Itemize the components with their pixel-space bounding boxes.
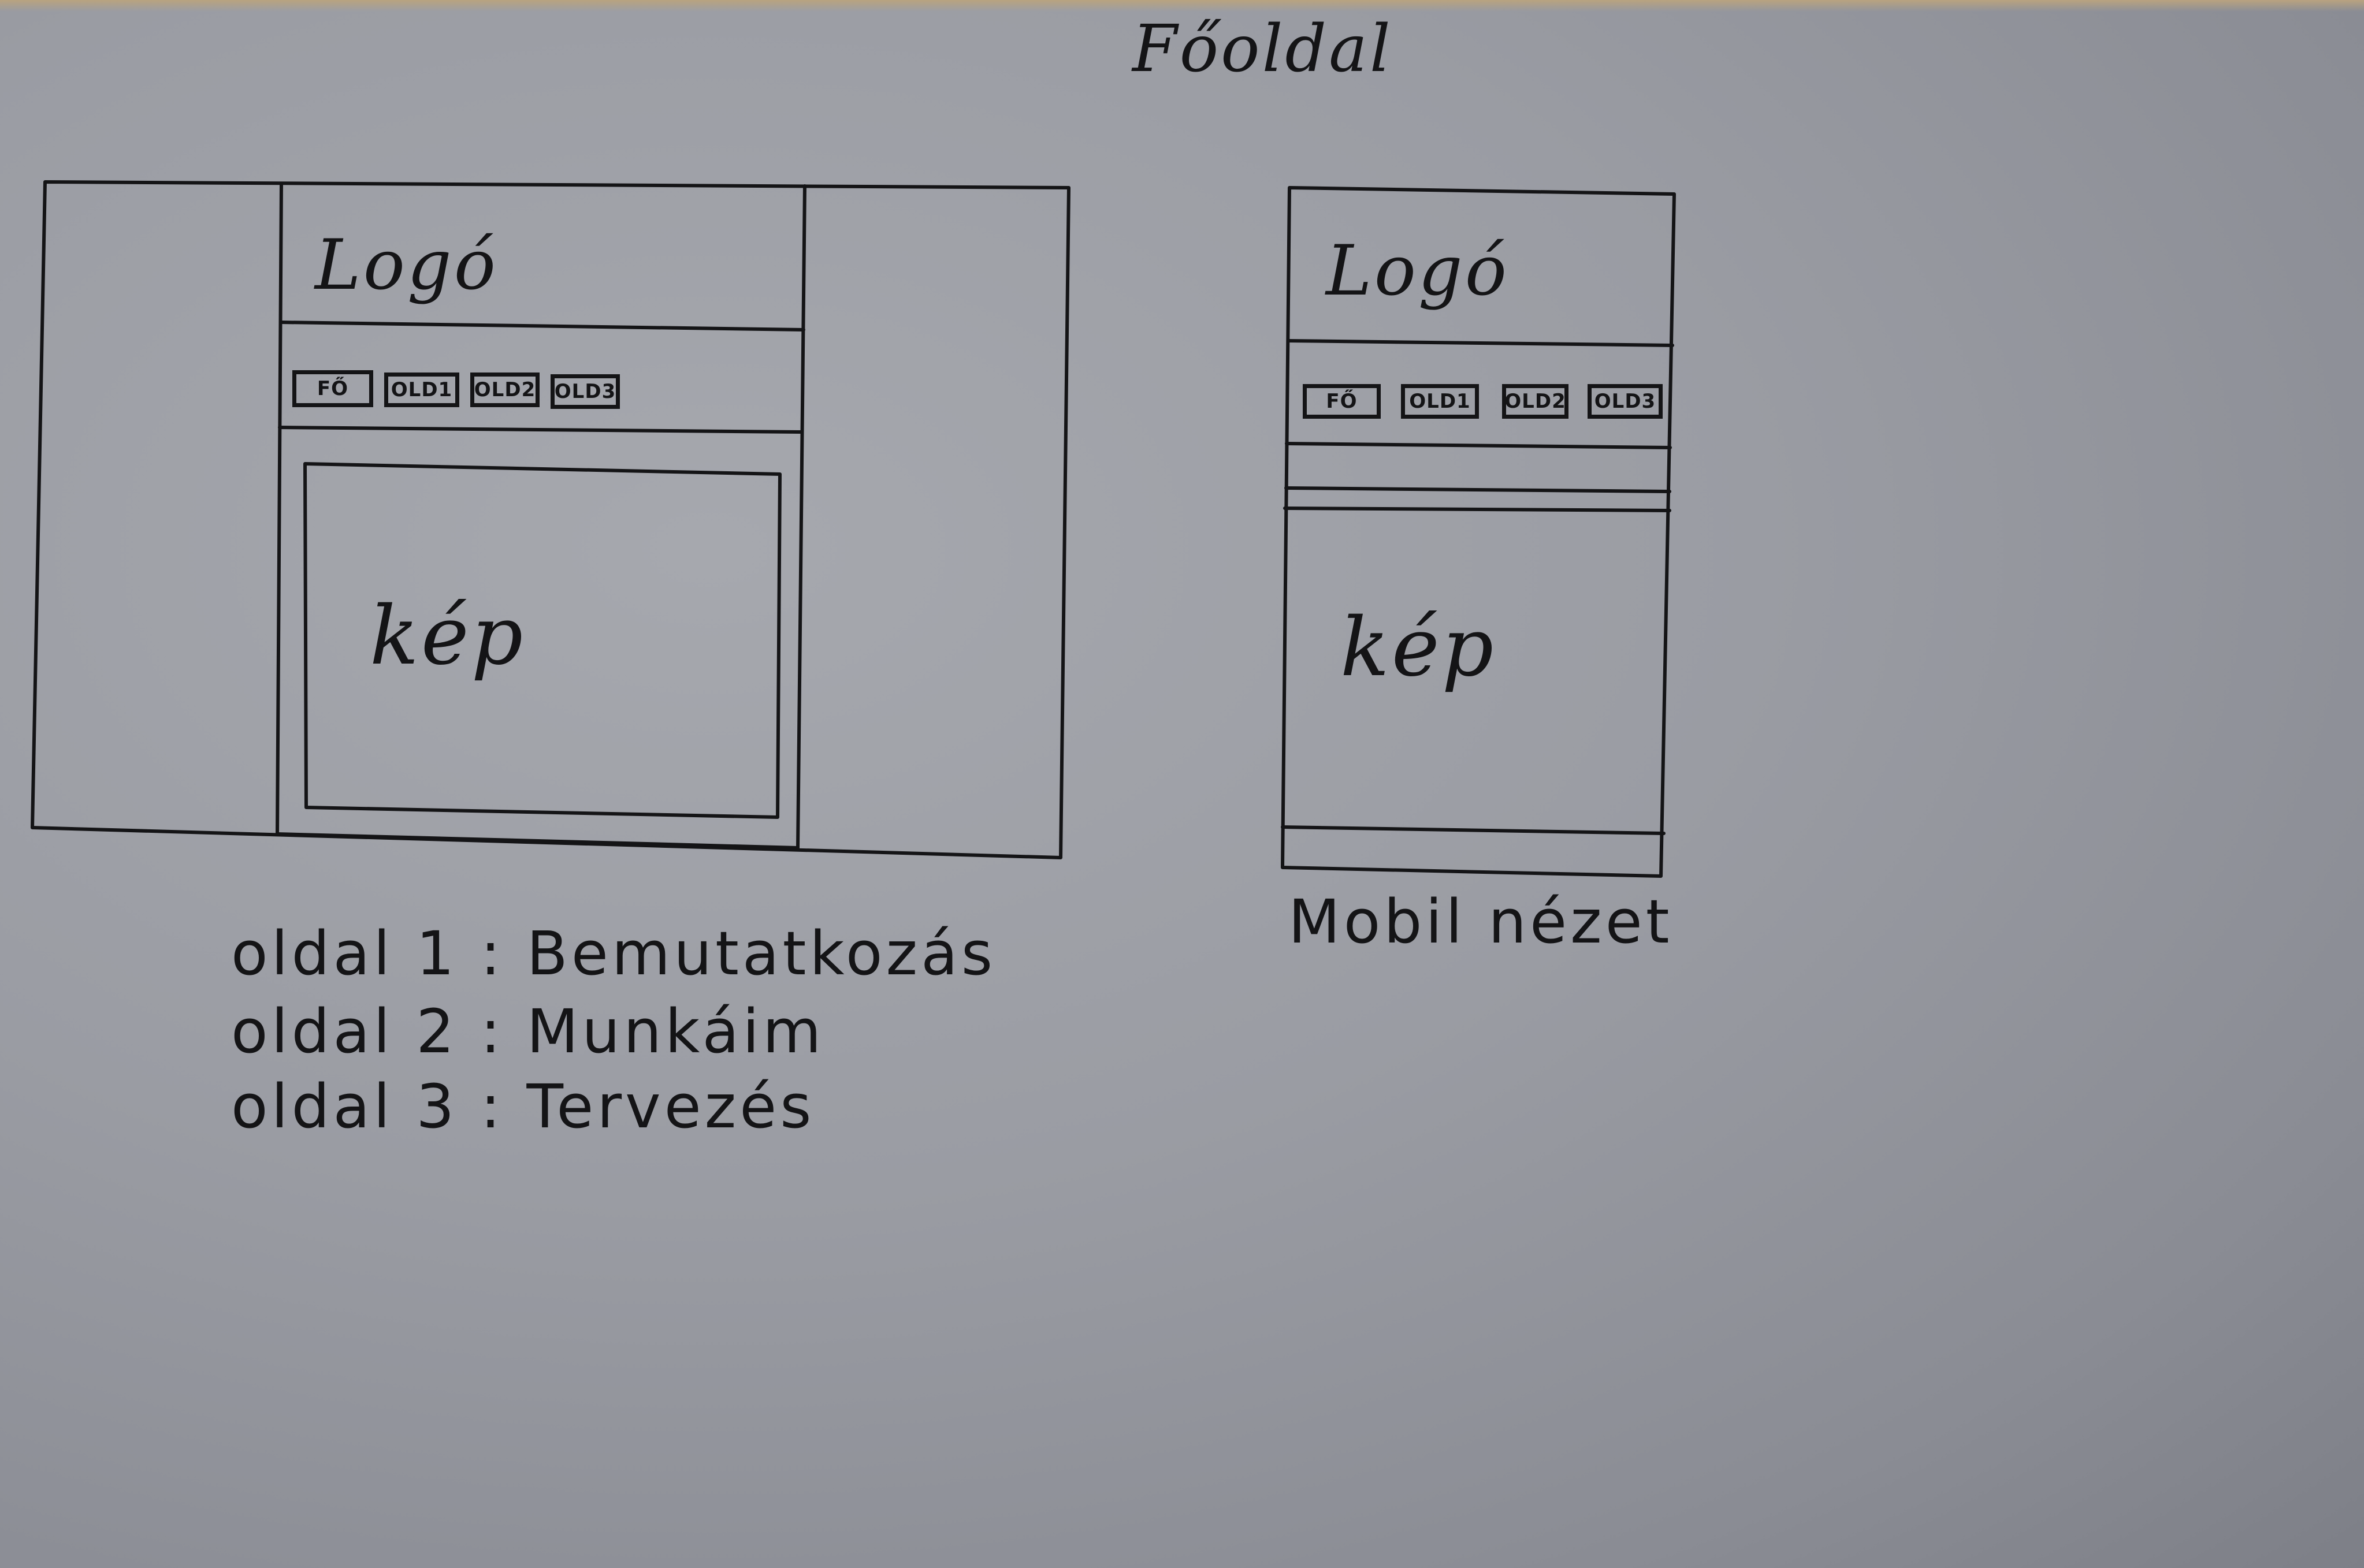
desktop-nav-divider [278,426,802,434]
legend-line-1: oldal 1 : Bemutatkozás [231,918,997,989]
desktop-content-bottom-line [276,832,800,850]
mobile-nav-divider [1285,442,1672,449]
desktop-nav-old3[interactable]: OLD3 [551,374,620,409]
mobile-footer-divider [1281,825,1666,835]
page-title: Főoldal [1132,12,1393,87]
desktop-nav-old2[interactable]: OLD2 [470,373,540,407]
legend-line-3: oldal 3 : Tervezés [231,1071,815,1142]
mobile-nav-old1[interactable]: OLD1 [1401,384,1479,419]
mobile-logo: Logó [1326,231,1509,311]
desktop-left-column-line [276,182,283,836]
mobile-strip-line-1 [1284,486,1671,493]
desktop-image-label: kép [370,589,526,683]
desktop-nav-old1[interactable]: OLD1 [384,373,459,407]
mobile-caption: Mobil nézet [1288,887,1673,957]
mobile-header-divider [1287,339,1674,347]
mobile-nav-old3[interactable]: OLD3 [1588,384,1663,419]
desktop-header-divider [280,321,805,332]
mobile-image-label: kép [1340,601,1496,695]
mobile-nav-old2[interactable]: OLD2 [1502,384,1568,419]
desktop-nav-fo[interactable]: FŐ [292,370,373,407]
mobile-strip-line-2 [1283,506,1671,512]
legend-line-2: oldal 2 : Munkáim [231,996,825,1067]
desktop-outer-frame [31,180,1071,859]
desktop-right-column-line [796,184,806,850]
mobile-nav-fo[interactable]: FŐ [1303,384,1381,419]
desktop-logo: Logó [315,225,498,306]
